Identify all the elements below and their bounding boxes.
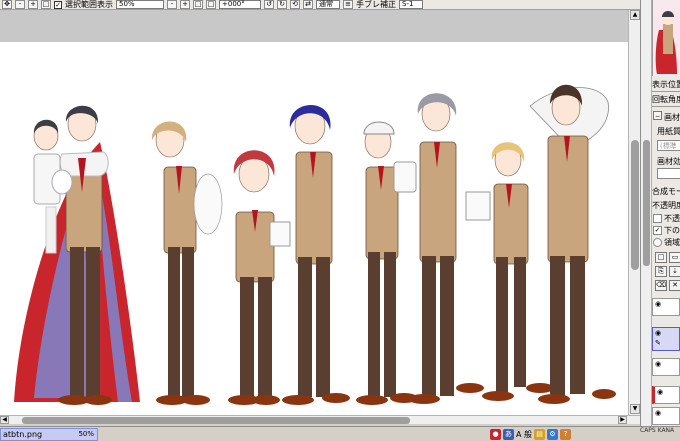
illustration <box>14 84 616 405</box>
layer-item[interactable]: ◉ <box>652 358 680 376</box>
zoom-decrease-button[interactable]: - <box>167 0 177 9</box>
panel-divider <box>652 106 680 107</box>
selection-source-label: 領域検 <box>664 238 680 247</box>
layer-item[interactable]: ◉ <box>652 407 680 425</box>
figure-caped-boy <box>14 105 140 405</box>
zoom-out-icon[interactable]: - <box>15 0 25 9</box>
canvas-horizontal-scrollbar[interactable]: ◀ ▶ <box>0 415 640 424</box>
pen-icon: ✎ <box>655 339 661 347</box>
eye-icon[interactable]: ◉ <box>657 389 666 396</box>
scroll-right-icon[interactable]: ▶ <box>618 416 627 424</box>
figure-grey-haired-boy <box>408 93 484 404</box>
move-icon[interactable]: ✥ <box>2 0 12 9</box>
opacity-label: 不透明度 <box>652 201 680 210</box>
selection-display-label: 選択範囲表示 <box>65 0 113 9</box>
rotate-right-icon[interactable]: ↻ <box>277 0 287 9</box>
help-icon[interactable]: ? <box>560 429 572 440</box>
rotate-left-icon[interactable]: ↺ <box>264 0 274 9</box>
material2-label: 画材効 <box>657 157 680 166</box>
file-zoom: 50% <box>78 430 94 438</box>
clear-layer-icon[interactable]: ⌫ <box>655 280 667 291</box>
status-bar: atbtn.png 50% ● あ A 般 ▤ ⚙ ? CAPS KANA <box>0 426 680 441</box>
menu-icon[interactable]: ≡ <box>343 0 353 9</box>
main-toolbar: ✥ - + □ ✓ 選択範囲表示 50% - + □ □ +000° ↺ ↻ ⟲… <box>0 0 640 10</box>
rotation-reset-icon[interactable]: ⟲ <box>290 0 300 9</box>
blend-mode-select[interactable]: 通常 <box>316 0 340 9</box>
canvas-area[interactable]: ▲ ▼ ◀ ▶ <box>0 10 640 424</box>
eye-icon[interactable]: ◉ <box>655 410 664 417</box>
material-label: 画材効 <box>664 113 680 122</box>
file-name: atbtn.png <box>3 430 43 439</box>
eye-icon[interactable]: ◉ <box>655 301 664 308</box>
zoom-increase-button[interactable]: + <box>180 0 190 9</box>
new-folder-icon[interactable]: ▭ <box>669 252 680 263</box>
protect-opacity-label: 不透明 <box>664 214 680 223</box>
copy-layer-icon[interactable]: ⎘ <box>655 266 667 277</box>
scroll-left-icon[interactable]: ◀ <box>0 416 9 424</box>
zoom-fit-button[interactable]: □ <box>206 0 216 9</box>
merge-layer-icon[interactable]: ⇣ <box>669 266 680 277</box>
figure-red-haired-girl <box>228 150 291 405</box>
flip-icon[interactable]: ⇄ <box>303 0 313 9</box>
keyboard-status: CAPS KANA <box>640 427 675 434</box>
canvas-vertical-scrollbar[interactable]: ▲ ▼ <box>628 10 640 415</box>
selection-source-radio[interactable] <box>653 238 662 247</box>
zoom-select[interactable]: 50% <box>116 0 164 9</box>
composite-mode-label: 合成モー <box>652 187 680 196</box>
drawing-canvas[interactable] <box>0 42 628 415</box>
figure-tall-boy <box>529 84 616 404</box>
clip-lower-label: 下のレ <box>664 226 680 235</box>
ime-mode[interactable]: A 般 <box>516 429 532 440</box>
file-tab[interactable]: atbtn.png 50% <box>0 428 98 441</box>
tools-icon[interactable]: ⚙ <box>547 429 559 440</box>
material-select[interactable] <box>657 168 680 179</box>
clip-lower-checkbox[interactable]: ✓ <box>653 226 662 235</box>
selection-display-checkbox[interactable]: ✓ <box>54 0 62 9</box>
dictionary-icon[interactable]: ▤ <box>534 429 546 440</box>
layer-item[interactable]: ◉ <box>652 386 680 404</box>
protect-opacity-checkbox[interactable] <box>653 214 662 223</box>
figure-cap-boy <box>356 121 418 405</box>
eye-icon[interactable]: ◉ <box>655 330 664 337</box>
panel-scroll-thumb[interactable] <box>643 140 650 266</box>
layer-item-active[interactable]: ◉ ✎ <box>652 327 680 351</box>
zoom-in-icon[interactable]: + <box>28 0 38 9</box>
horizontal-scroll-thumb[interactable] <box>22 417 410 424</box>
delete-layer-icon[interactable]: ✕ <box>669 280 680 291</box>
collapse-icon[interactable]: − <box>653 111 662 120</box>
scroll-up-icon[interactable]: ▲ <box>630 10 640 20</box>
figure-blonde-boy <box>151 121 223 405</box>
canvas-margin <box>0 10 628 42</box>
eye-icon[interactable]: ◉ <box>655 361 664 368</box>
paper-select[interactable]: (標準 <box>657 140 680 151</box>
antivirus-icon[interactable]: ● <box>490 429 501 440</box>
panel-divider <box>652 91 680 92</box>
rotation-select[interactable]: +000° <box>219 0 261 9</box>
figure-blue-haired-boy <box>282 105 350 405</box>
system-tray: ● あ A 般 ▤ ⚙ ? <box>490 428 572 441</box>
display-position-label: 表示位置 <box>652 80 680 89</box>
stabilizer-label: 手ブレ補正 <box>356 0 396 9</box>
paper-quality-label: 用紙質 <box>657 127 680 136</box>
panel-scrollbar[interactable] <box>641 0 652 426</box>
zoom-reset-button[interactable]: □ <box>193 0 203 9</box>
ime-icon[interactable]: あ <box>503 429 514 440</box>
stabilizer-select[interactable]: S-1 <box>399 0 423 9</box>
navigator-preview[interactable] <box>652 0 680 76</box>
rotation-angle-label: 回転角度 <box>652 95 680 104</box>
new-layer-icon[interactable]: □ <box>655 252 667 263</box>
vertical-scroll-thumb[interactable] <box>631 140 639 270</box>
scroll-down-icon[interactable]: ▼ <box>630 404 640 414</box>
fit-view-icon[interactable]: □ <box>41 0 51 9</box>
figure-small-blonde-boy <box>465 142 554 401</box>
layer-item[interactable]: ◉ <box>652 298 680 316</box>
